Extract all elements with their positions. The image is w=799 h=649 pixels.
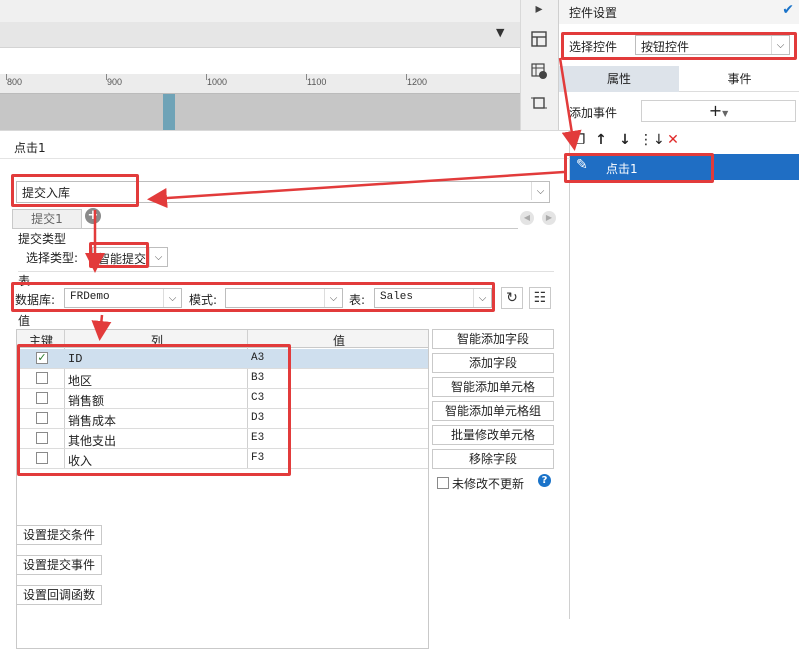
annotation-arrows xyxy=(85,57,582,341)
annotation-arrow xyxy=(147,170,565,208)
annotation-arrow xyxy=(558,57,582,151)
annotation-arrow xyxy=(91,314,112,341)
